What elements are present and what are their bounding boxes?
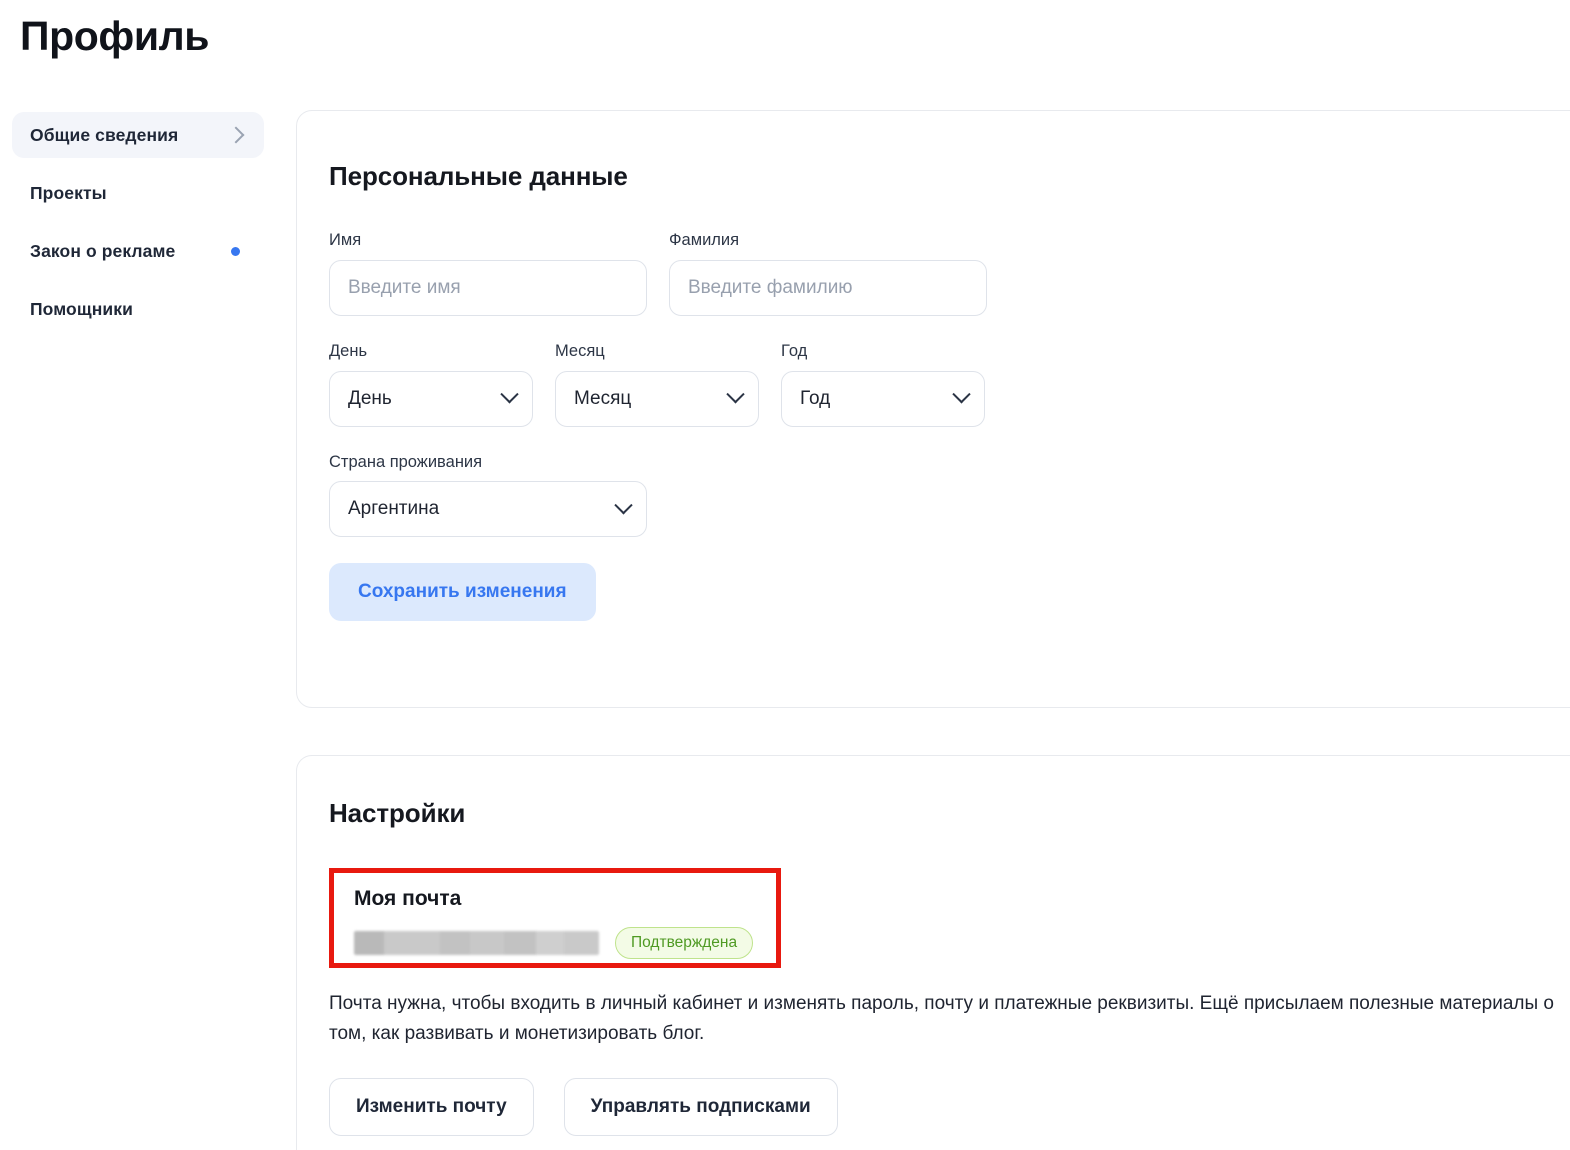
chevron-down-icon xyxy=(614,495,633,515)
sidebar-item-label: Проекты xyxy=(30,182,107,203)
chevron-down-icon xyxy=(952,385,971,404)
settings-body: Моя почта Подтверждена Почта нужна, чтоб… xyxy=(329,868,1570,1136)
day-group: День День xyxy=(329,342,533,427)
sidebar-item-general-info[interactable]: Общие сведения xyxy=(12,112,264,158)
settings-card: Настройки Моя почта Подтверждена Почта н… xyxy=(296,755,1570,1150)
email-description: Почта нужна, чтобы входить в личный каби… xyxy=(329,993,1554,1044)
chevron-right-icon xyxy=(227,126,245,144)
country-row: Страна проживания Аргентина xyxy=(329,453,1529,538)
name-row: Имя Введите имя Фамилия Введите фамилию xyxy=(329,231,1529,316)
year-select-value: Год xyxy=(800,387,831,409)
country-group: Страна проживания Аргентина xyxy=(329,453,647,538)
sidebar-item-label: Закон о рекламе xyxy=(30,240,176,261)
email-actions: Изменить почту Управлять подписками xyxy=(329,1078,1570,1136)
last-name-label: Фамилия xyxy=(669,231,740,249)
year-select[interactable]: Год xyxy=(781,370,985,427)
email-value-row: Подтверждена xyxy=(354,927,771,959)
email-verified-badge: Подтверждена xyxy=(615,927,754,959)
sidebar-item-projects[interactable]: Проекты xyxy=(12,170,264,216)
sidebar-item-advertising-law[interactable]: Закон о рекламе xyxy=(12,228,264,274)
notification-dot-icon xyxy=(231,246,240,256)
country-label: Страна проживания xyxy=(329,452,483,471)
birthdate-row: День День Месяц Месяц Год Год xyxy=(329,342,1529,427)
sidebar-item-assistants[interactable]: Помощники xyxy=(12,286,264,332)
month-select[interactable]: Месяц xyxy=(555,370,759,427)
first-name-group: Имя Введите имя xyxy=(329,231,647,316)
country-select[interactable]: Аргентина xyxy=(329,481,647,538)
year-label: Год xyxy=(781,341,808,360)
first-name-label: Имя xyxy=(329,231,362,249)
first-name-input[interactable]: Введите имя xyxy=(329,259,647,316)
day-label: День xyxy=(329,341,368,360)
my-email-block: Моя почта Подтверждена xyxy=(329,868,781,973)
sidebar-nav: Общие сведения Проекты Закон о рекламе П… xyxy=(12,112,264,344)
email-address-redacted xyxy=(354,931,599,955)
last-name-group: Фамилия Введите фамилию xyxy=(669,231,987,316)
personal-data-heading: Персональные данные xyxy=(329,161,628,191)
month-label: Месяц xyxy=(555,341,605,360)
page-title: Профиль xyxy=(20,13,210,59)
day-select-value: День xyxy=(348,387,392,409)
sidebar-item-label: Общие сведения xyxy=(30,124,179,145)
personal-data-card: Персональные данные Имя Введите имя Фами… xyxy=(296,110,1570,708)
manage-subscriptions-button[interactable]: Управлять подписками xyxy=(563,1078,838,1136)
day-select[interactable]: День xyxy=(329,370,533,427)
last-name-input[interactable]: Введите фамилию xyxy=(669,259,987,316)
personal-data-form: Имя Введите имя Фамилия Введите фамилию … xyxy=(329,231,1529,622)
chevron-down-icon xyxy=(500,385,519,404)
settings-heading: Настройки xyxy=(329,798,466,828)
country-select-value: Аргентина xyxy=(348,498,440,520)
year-group: Год Год xyxy=(781,342,985,427)
save-changes-button[interactable]: Сохранить изменения xyxy=(329,563,596,622)
sidebar-item-label: Помощники xyxy=(30,298,133,319)
month-select-value: Месяц xyxy=(574,387,632,409)
my-email-heading: Моя почта xyxy=(354,887,462,910)
profile-page: Профиль Общие сведения Проекты Закон о р… xyxy=(0,0,1570,1150)
chevron-down-icon xyxy=(726,385,745,404)
change-email-button[interactable]: Изменить почту xyxy=(329,1078,534,1136)
month-group: Месяц Месяц xyxy=(555,342,759,427)
